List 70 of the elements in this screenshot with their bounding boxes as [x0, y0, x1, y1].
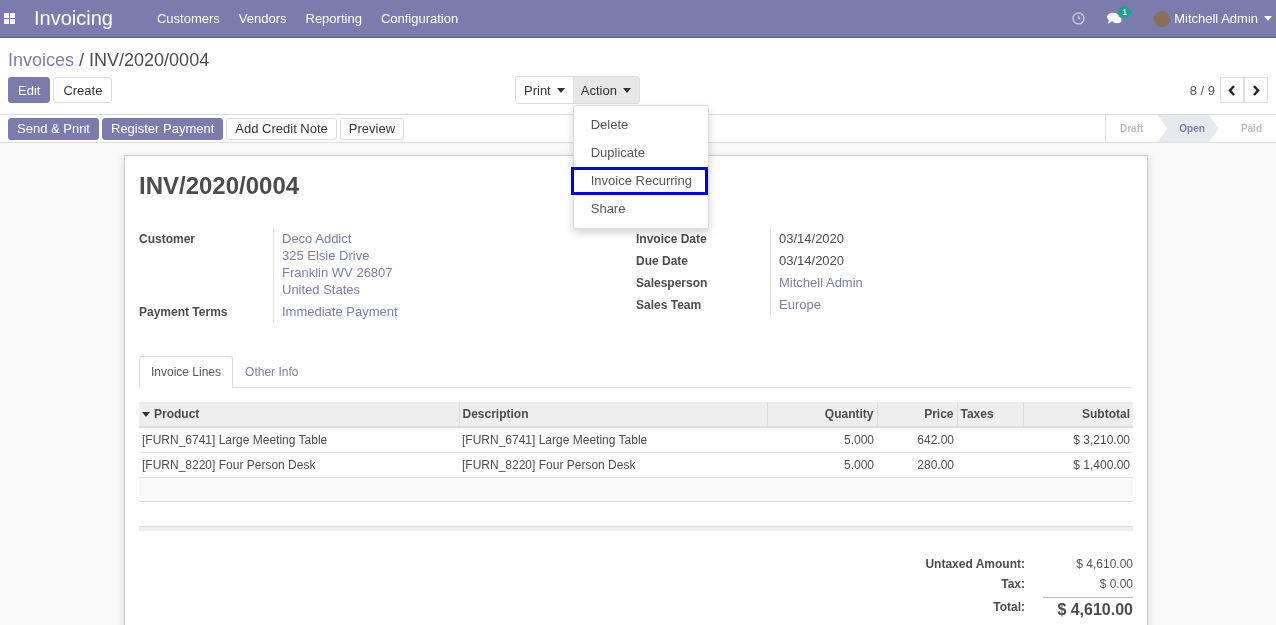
breadcrumb-current: INV/2020/0004 — [89, 50, 210, 71]
header-button[interactable]: Add Credit Note — [226, 117, 337, 140]
chat-icon[interactable] — [1107, 12, 1123, 25]
nav-menu-item[interactable]: Reporting — [305, 11, 362, 26]
field-link[interactable]: 325 Elsie Drive — [282, 247, 636, 264]
caret-icon — [1264, 16, 1272, 21]
total-value: $ 4,610.00 — [1075, 557, 1133, 571]
tab[interactable]: Invoice Lines — [139, 356, 234, 388]
field-label: Payment Terms — [139, 301, 274, 323]
field-label: Sales Team — [636, 294, 771, 316]
app-title: Invoicing — [34, 7, 113, 30]
nav-menu-item[interactable]: Configuration — [380, 11, 459, 26]
column-header[interactable]: Description — [462, 407, 529, 421]
field-link[interactable]: Mitchell Admin — [779, 274, 1133, 291]
field-label: Salesperson — [636, 272, 771, 294]
table-cell: $ 3,210.00 — [1073, 433, 1130, 447]
table-cell: 5.000 — [843, 458, 874, 472]
next-button[interactable] — [1244, 77, 1268, 103]
caret-icon — [556, 87, 565, 93]
menu-item[interactable]: Delete — [570, 111, 708, 139]
table-cell: 5.000 — [843, 433, 874, 447]
status-step[interactable]: Open — [1157, 115, 1219, 142]
field-label: Customer — [139, 228, 274, 301]
table-cell: [FURN_6741] Large Meeting Table — [462, 433, 648, 447]
message-count-badge: 1 — [1118, 6, 1132, 18]
total-value: $ 4,610.00 — [1043, 597, 1133, 619]
menu-item[interactable]: Invoice Recurring — [570, 167, 708, 195]
field-value: 03/14/2020 — [779, 230, 846, 247]
menu-item[interactable]: Duplicate — [570, 139, 708, 167]
total-label: Tax: — [1000, 577, 1025, 591]
nav-menu-item[interactable]: Vendors — [238, 11, 287, 26]
pager-counter: 8 / 9 — [1189, 82, 1215, 98]
previous-button[interactable] — [1220, 77, 1244, 103]
total-value: $ 0.00 — [1098, 577, 1133, 591]
header-button[interactable]: Send & Print — [8, 117, 99, 140]
form-button[interactable]: Create — [53, 77, 113, 103]
field-value: 03/14/2020 — [779, 252, 846, 269]
table-cell: [FURN_8220] Four Person Desk — [142, 458, 316, 472]
field-link[interactable]: Franklin WV 26807 — [282, 264, 636, 281]
field-link[interactable]: Europe — [779, 296, 1133, 313]
nav-menu-item[interactable]: Customers — [156, 11, 220, 26]
breadcrumb-link[interactable]: Invoices — [8, 50, 75, 71]
table-cell: 642.00 — [917, 433, 954, 447]
column-header[interactable]: Product — [154, 407, 200, 421]
field-label: Invoice Date — [636, 228, 771, 250]
caret-icon — [622, 87, 631, 93]
user-menu[interactable]: Mitchell Admin — [1174, 11, 1258, 26]
chevron-left-icon — [1228, 84, 1236, 96]
field-link[interactable]: United States — [282, 281, 636, 298]
table-cell: 280.00 — [917, 458, 954, 472]
clock-icon[interactable] — [1072, 12, 1086, 25]
table-cell: [FURN_6741] Large Meeting Table — [142, 433, 328, 447]
field-link[interactable]: Immediate Payment — [282, 303, 636, 320]
table-cell: $ 1,400.00 — [1073, 458, 1130, 472]
invoice-title: INV/2020/0004 — [139, 172, 300, 200]
tab[interactable]: Other Info — [233, 356, 311, 388]
field-link[interactable]: Deco Addict — [282, 230, 636, 247]
breadcrumb-separator: / — [79, 50, 85, 71]
dropdown-button[interactable]: Action — [572, 77, 639, 103]
table-cell: [FURN_8220] Four Person Desk — [462, 458, 636, 472]
menu-item[interactable]: Share — [570, 195, 708, 223]
chevron-right-icon — [1252, 84, 1260, 96]
form-button[interactable]: Edit — [8, 77, 51, 103]
field-label: Due Date — [636, 250, 771, 272]
total-label: Total: — [992, 599, 1025, 616]
total-label: Untaxed Amount: — [924, 557, 1025, 571]
caret-icon — [142, 411, 150, 417]
header-button[interactable]: Register Payment — [102, 117, 224, 140]
apps-menu-icon[interactable] — [4, 13, 15, 24]
header-button[interactable]: Preview — [339, 117, 405, 140]
